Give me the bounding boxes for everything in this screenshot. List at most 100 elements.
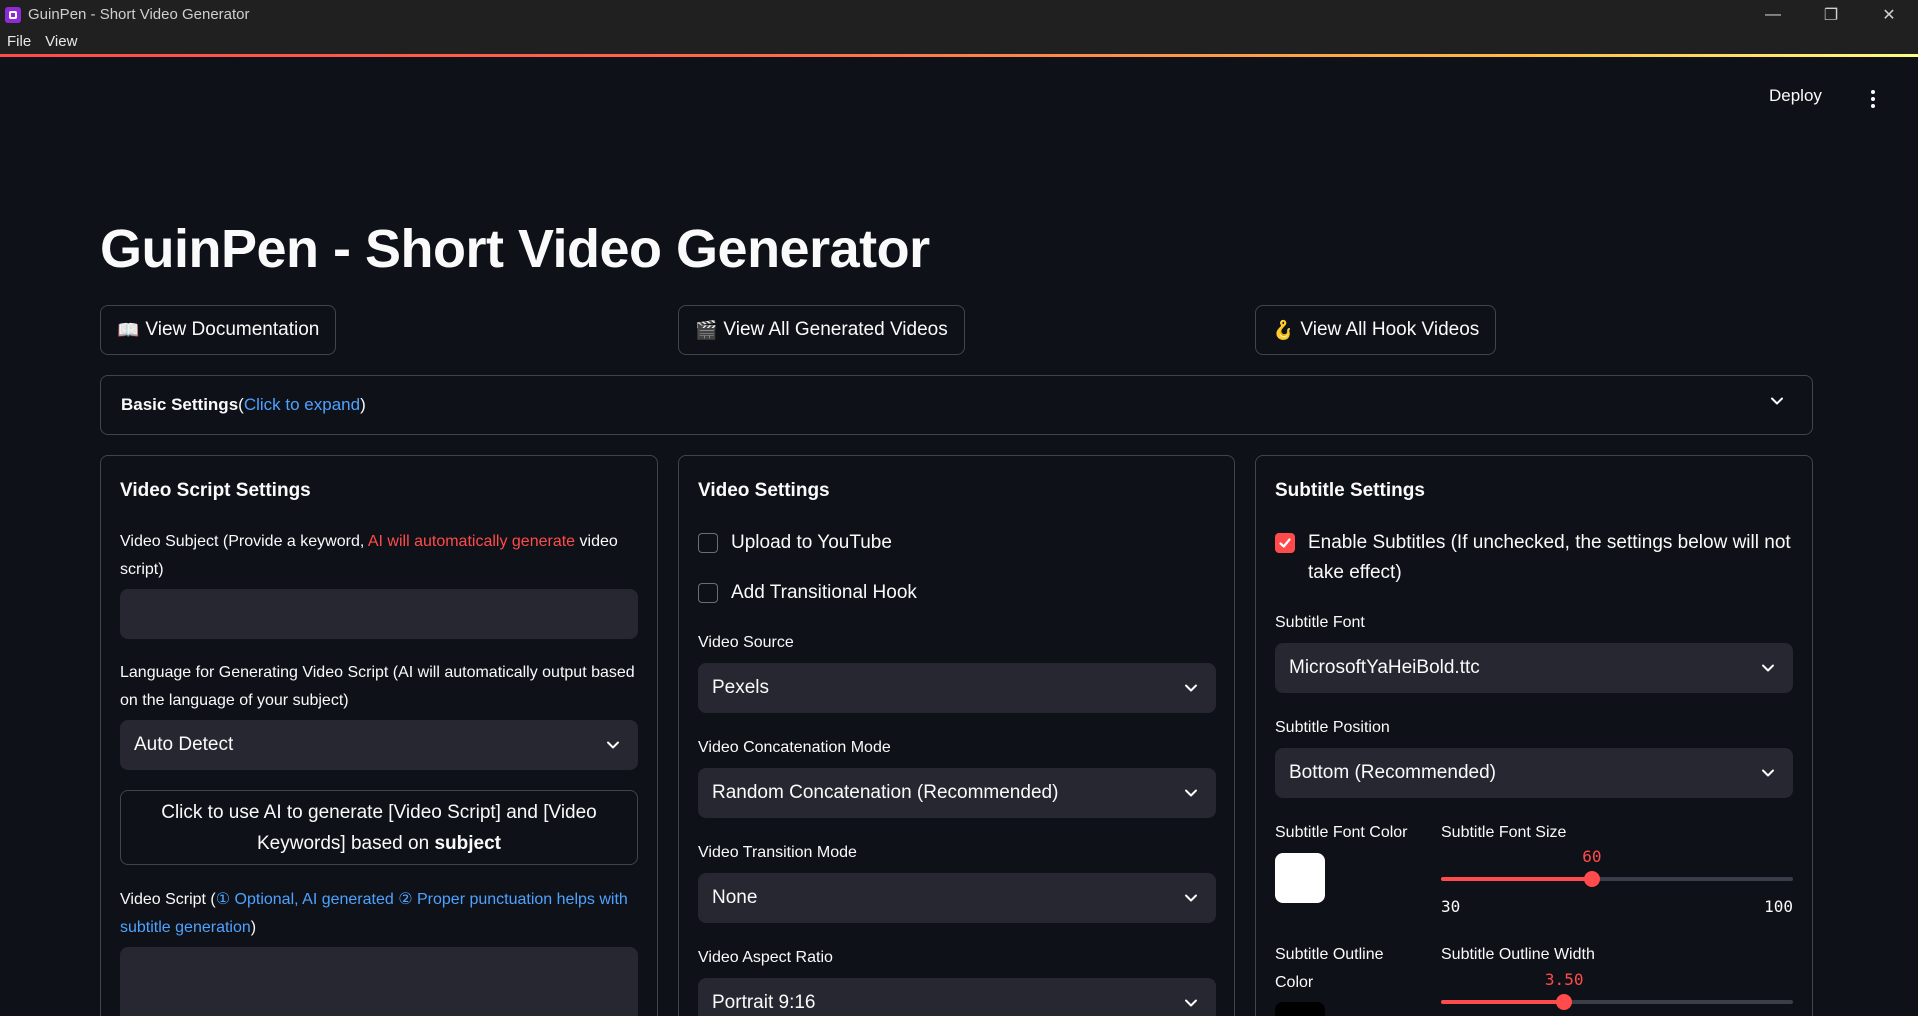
chevron-down-icon xyxy=(1762,769,1774,777)
close-button[interactable]: ✕ xyxy=(1860,0,1918,29)
window-titlebar: GuinPen - Short Video Generator — ❐ ✕ xyxy=(0,0,1918,29)
subtitle-font-size-slider[interactable] xyxy=(1441,871,1793,887)
chevron-down-icon xyxy=(1762,664,1774,672)
video-subject-label-highlight: AI will automatically generate xyxy=(367,533,576,550)
subtitle-font-color-picker[interactable] xyxy=(1275,853,1325,903)
subtitle-outline-width-slider[interactable] xyxy=(1441,994,1793,1010)
hook-icon: 🪝 xyxy=(1272,319,1295,340)
view-documentation-label: View Documentation xyxy=(145,319,320,340)
video-aspect-value: Portrait 9:16 xyxy=(712,992,816,1013)
upload-youtube-label: Upload to YouTube xyxy=(731,532,892,553)
subtitle-outline-color-label: Subtitle Outline Color xyxy=(1275,946,1384,991)
window-title: GuinPen - Short Video Generator xyxy=(28,6,250,23)
video-source-label: Video Source xyxy=(698,634,794,651)
subtitle-outline-width-slider-fill xyxy=(1441,1000,1565,1004)
menu-file[interactable]: File xyxy=(0,33,38,50)
subtitle-outline-width-value: 3.50 xyxy=(1544,970,1584,989)
ai-generate-script-label-bold: subject xyxy=(434,832,501,854)
subtitle-outline-width-label: Subtitle Outline Width xyxy=(1441,946,1595,963)
subtitle-font-value: MicrosoftYaHeiBold.ttc xyxy=(1289,657,1480,678)
subtitle-font-label: Subtitle Font xyxy=(1275,614,1365,631)
book-icon: 📖 xyxy=(117,319,140,340)
video-transition-label: Video Transition Mode xyxy=(698,844,857,861)
window-controls: — ❐ ✕ xyxy=(1744,0,1918,29)
enable-subtitles-label: Enable Subtitles (If unchecked, the sett… xyxy=(1308,532,1791,583)
enable-subtitles-checkbox-box[interactable] xyxy=(1275,533,1295,553)
video-concat-select[interactable]: Random Concatenation (Recommended) xyxy=(698,768,1216,818)
menu-view[interactable]: View xyxy=(38,33,84,50)
video-subject-input[interactable] xyxy=(120,589,638,639)
ai-generate-script-label: Click to use AI to generate [Video Scrip… xyxy=(141,797,617,859)
subtitle-position-value: Bottom (Recommended) xyxy=(1289,762,1496,783)
subtitle-position-select[interactable]: Bottom (Recommended) xyxy=(1275,748,1793,798)
subtitle-settings-title: Subtitle Settings xyxy=(1275,480,1425,501)
video-script-label: Video Script (① Optional, AI generated ②… xyxy=(120,886,640,942)
video-concat-label: Video Concatenation Mode xyxy=(698,739,891,756)
language-label: Language for Generating Video Script (AI… xyxy=(120,664,635,709)
basic-settings-title: Basic Settings xyxy=(121,395,239,414)
deploy-button[interactable]: Deploy xyxy=(1769,86,1822,106)
transitional-hook-checkbox-box[interactable] xyxy=(698,583,718,603)
transitional-hook-checkbox[interactable]: Add Transitional Hook xyxy=(698,578,917,608)
video-subject-label: Video Subject (Provide a keyword, AI wil… xyxy=(120,528,640,584)
chevron-down-icon xyxy=(1185,999,1197,1007)
subtitle-font-select[interactable]: MicrosoftYaHeiBold.ttc xyxy=(1275,643,1793,693)
basic-settings-hint: Click to expand xyxy=(243,395,361,414)
chevron-down-icon xyxy=(1185,789,1197,797)
language-select[interactable]: Auto Detect xyxy=(120,720,638,770)
view-hook-videos-label: View All Hook Videos xyxy=(1300,319,1480,340)
video-aspect-select[interactable]: Portrait 9:16 xyxy=(698,978,1216,1016)
view-generated-videos-label: View All Generated Videos xyxy=(723,319,948,340)
language-value: Auto Detect xyxy=(134,734,234,755)
chevron-down-icon xyxy=(1185,684,1197,692)
enable-subtitles-checkbox[interactable]: Enable Subtitles (If unchecked, the sett… xyxy=(1275,528,1795,588)
chevron-down-icon xyxy=(607,741,619,749)
subtitle-font-size-value: 60 xyxy=(1582,847,1602,866)
video-transition-select[interactable]: None xyxy=(698,873,1216,923)
subtitle-position-label: Subtitle Position xyxy=(1275,719,1390,736)
video-settings-title: Video Settings xyxy=(698,480,830,501)
subtitle-font-size-max: 100 xyxy=(1764,897,1793,916)
subtitle-settings-panel: Subtitle Settings Enable Subtitles (If u… xyxy=(1255,455,1813,1016)
chevron-down-icon xyxy=(1771,397,1783,405)
basic-settings-close-paren: ) xyxy=(360,395,366,414)
video-script-settings-panel: Video Script Settings Video Subject (Pro… xyxy=(100,455,658,1016)
basic-settings-expander[interactable]: Basic Settings (Click to expand) xyxy=(100,375,1813,435)
chevron-down-icon xyxy=(1185,894,1197,902)
clapper-icon: 🎬 xyxy=(695,319,718,340)
minimize-button[interactable]: — xyxy=(1744,0,1802,29)
video-script-settings-title: Video Script Settings xyxy=(120,480,311,501)
video-concat-value: Random Concatenation (Recommended) xyxy=(712,782,1059,803)
menu-bar: File View xyxy=(0,29,1918,54)
subtitle-outline-color-picker[interactable] xyxy=(1275,1002,1325,1016)
video-settings-panel: Video Settings Upload to YouTube Add Tra… xyxy=(678,455,1235,1016)
checkmark-icon xyxy=(1279,538,1291,548)
transitional-hook-label: Add Transitional Hook xyxy=(731,582,917,603)
video-script-textarea[interactable] xyxy=(120,947,638,1016)
upload-youtube-checkbox-box[interactable] xyxy=(698,533,718,553)
page-title: GuinPen - Short Video Generator xyxy=(100,219,930,279)
video-transition-value: None xyxy=(712,887,758,908)
subtitle-font-size-slider-thumb[interactable] xyxy=(1583,871,1600,887)
subtitle-font-size-min: 30 xyxy=(1441,897,1461,916)
video-script-label-post: ) xyxy=(250,919,257,936)
upload-youtube-checkbox[interactable]: Upload to YouTube xyxy=(698,528,892,558)
subtitle-outline-width-slider-thumb[interactable] xyxy=(1556,994,1573,1010)
subtitle-font-color-label: Subtitle Font Color xyxy=(1275,824,1408,841)
video-aspect-label: Video Aspect Ratio xyxy=(698,949,833,966)
view-generated-videos-button[interactable]: 🎬 View All Generated Videos xyxy=(678,305,965,355)
restore-button[interactable]: ❐ xyxy=(1802,0,1860,29)
app-icon xyxy=(5,6,21,23)
view-documentation-button[interactable]: 📖 View Documentation xyxy=(100,305,337,355)
subtitle-font-size-slider-fill xyxy=(1441,877,1592,881)
view-hook-videos-button[interactable]: 🪝 View All Hook Videos xyxy=(1255,305,1497,355)
video-source-select[interactable]: Pexels xyxy=(698,663,1216,713)
ai-generate-script-label-pre: Click to use AI to generate [Video Scrip… xyxy=(161,801,597,854)
main-menu-icon[interactable] xyxy=(1863,88,1883,110)
header-decoration-bar xyxy=(0,54,1918,57)
video-script-label-pre: Video Script ( xyxy=(120,891,216,908)
ai-generate-script-button[interactable]: Click to use AI to generate [Video Scrip… xyxy=(120,790,638,865)
video-source-value: Pexels xyxy=(712,677,770,698)
video-subject-label-pre: Video Subject (Provide a keyword, xyxy=(120,533,368,550)
subtitle-font-size-label: Subtitle Font Size xyxy=(1441,824,1567,841)
